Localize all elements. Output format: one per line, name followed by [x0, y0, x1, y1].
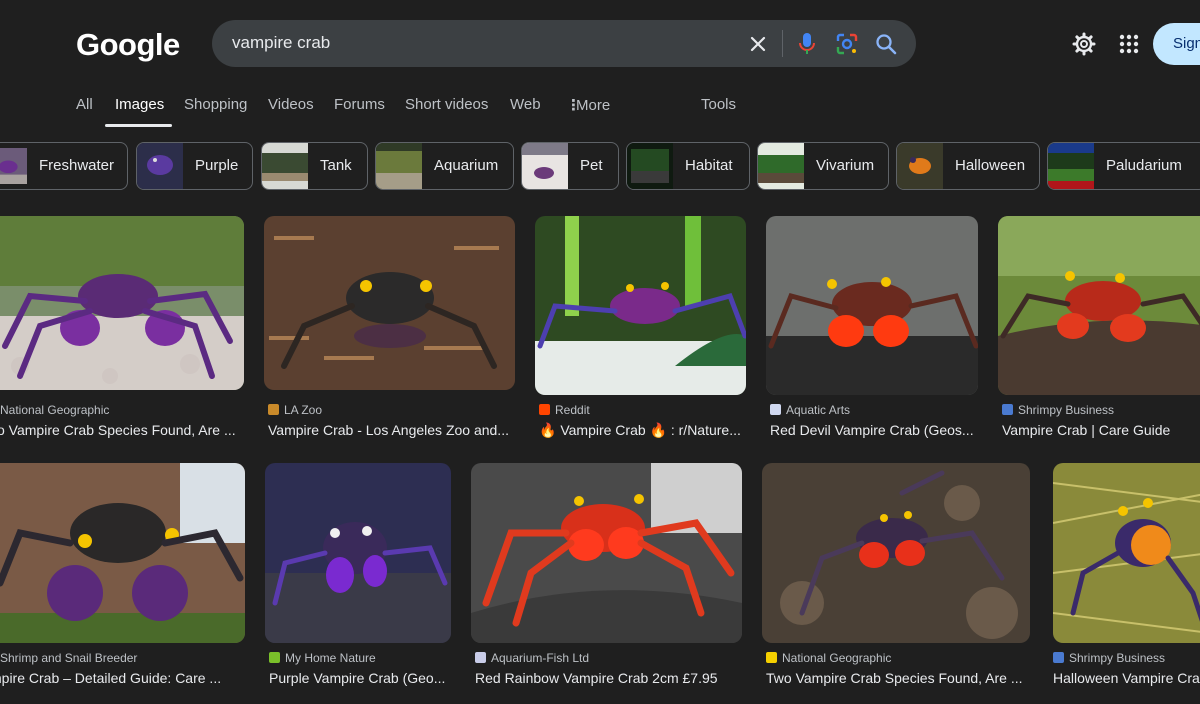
more-dots-icon: ⋮ — [566, 97, 581, 114]
chip-thumbnail — [758, 143, 804, 189]
chip-thumbnail — [897, 143, 943, 189]
result-image[interactable] — [471, 463, 742, 643]
chip-purple[interactable]: Purple — [136, 142, 253, 190]
chip-thumbnail — [1048, 143, 1094, 189]
result-title[interactable]: mpire Crab – Detailed Guide: Care ... — [0, 670, 245, 686]
result-source: National Geographic — [0, 403, 110, 417]
apps-icon[interactable] — [1116, 31, 1142, 57]
chip-freshwater[interactable]: Freshwater — [0, 142, 128, 190]
chip-label: Tank — [320, 157, 352, 174]
result-title[interactable]: Halloween Vampire Cra — [1053, 670, 1200, 686]
chip-thumbnail — [262, 143, 308, 189]
lens-icon[interactable] — [834, 31, 860, 57]
site-favicon-icon — [1002, 404, 1013, 415]
result-source: Reddit — [539, 403, 590, 417]
chip-thumbnail — [522, 143, 568, 189]
result-image[interactable] — [0, 463, 245, 643]
result-title[interactable]: Vampire Crab - Los Angeles Zoo and... — [268, 422, 514, 438]
chip-label: Halloween — [955, 157, 1026, 174]
site-favicon-icon — [770, 404, 781, 415]
tab-forums[interactable]: Forums — [334, 96, 385, 113]
tools-button[interactable]: Tools — [701, 96, 736, 113]
chip-label: Habitat — [685, 157, 733, 174]
result-source: Aquarium-Fish Ltd — [475, 651, 589, 665]
result-source: Shrimp and Snail Breeder — [0, 651, 138, 665]
search-box[interactable] — [212, 20, 916, 67]
result-source: National Geographic — [766, 651, 891, 665]
result-title[interactable]: vo Vampire Crab Species Found, Are ... — [0, 422, 244, 438]
chip-label: Purple — [195, 157, 239, 174]
site-favicon-icon — [475, 652, 486, 663]
tab-all[interactable]: All — [76, 96, 93, 113]
result-source: LA Zoo — [268, 403, 322, 417]
result-source: Shrimpy Business — [1053, 651, 1165, 665]
chip-label: Pet — [580, 157, 603, 174]
chip-paludarium[interactable]: Paludarium — [1047, 142, 1200, 190]
result-image[interactable] — [535, 216, 746, 395]
search-tabs: All Images Shopping Videos Forums Short … — [0, 90, 1200, 128]
search-icon[interactable] — [873, 31, 899, 57]
result-title[interactable]: Red Rainbow Vampire Crab 2cm £7.95 — [475, 670, 742, 686]
header: Google vampire crab Sign — [0, 0, 1200, 90]
settings-icon[interactable] — [1071, 31, 1097, 57]
mic-icon[interactable] — [794, 31, 820, 57]
tab-more-label: More — [576, 97, 611, 114]
chip-habitat[interactable]: Habitat — [626, 142, 750, 190]
sign-in-button[interactable]: Sign in — [1153, 23, 1200, 65]
site-favicon-icon — [268, 404, 279, 415]
chip-label: Freshwater — [39, 157, 115, 174]
chip-label: Aquarium — [434, 157, 499, 174]
chip-halloween[interactable]: Halloween — [896, 142, 1040, 190]
chip-thumbnail — [627, 143, 673, 189]
search-input[interactable] — [232, 33, 732, 53]
chip-label: Vivarium — [816, 157, 875, 174]
chip-pet[interactable]: Pet — [521, 142, 619, 190]
active-tab-indicator — [105, 124, 172, 127]
tab-shopping[interactable]: Shopping — [184, 96, 247, 113]
tab-videos[interactable]: Videos — [268, 96, 314, 113]
result-title[interactable]: 🔥 Vampire Crab 🔥 : r/Nature... — [539, 422, 746, 439]
result-image[interactable] — [766, 216, 978, 395]
refinement-chips: Freshwater Purple Tank Aquarium Pet Habi… — [0, 142, 1200, 192]
result-source: Aquatic Arts — [770, 403, 850, 417]
result-image[interactable] — [1053, 463, 1200, 643]
tab-images[interactable]: Images — [115, 96, 164, 113]
clear-icon[interactable] — [745, 31, 771, 57]
tab-more[interactable]: ⋮More — [566, 96, 610, 114]
result-source: Shrimpy Business — [1002, 403, 1114, 417]
result-image[interactable] — [762, 463, 1030, 643]
result-image[interactable] — [265, 463, 451, 643]
result-title[interactable]: Purple Vampire Crab (Geo... — [269, 670, 451, 686]
site-favicon-icon — [269, 652, 280, 663]
site-favicon-icon — [1053, 652, 1064, 663]
result-image[interactable] — [998, 216, 1200, 395]
result-title[interactable]: Two Vampire Crab Species Found, Are ... — [766, 670, 1030, 686]
chip-vivarium[interactable]: Vivarium — [757, 142, 889, 190]
google-logo[interactable]: Google — [76, 27, 180, 63]
result-image[interactable] — [264, 216, 515, 390]
result-source: My Home Nature — [269, 651, 376, 665]
chip-thumbnail — [376, 143, 422, 189]
chip-aquarium[interactable]: Aquarium — [375, 142, 514, 190]
result-image[interactable] — [0, 216, 244, 390]
result-title[interactable]: Vampire Crab | Care Guide — [1002, 422, 1200, 438]
tab-web[interactable]: Web — [510, 96, 541, 113]
site-favicon-icon — [766, 652, 777, 663]
chip-thumbnail — [0, 148, 27, 184]
tab-short-videos[interactable]: Short videos — [405, 96, 488, 113]
result-title[interactable]: Red Devil Vampire Crab (Geos... — [770, 422, 978, 438]
chip-label: Paludarium — [1106, 157, 1182, 174]
search-divider — [782, 30, 783, 57]
site-favicon-icon — [539, 404, 550, 415]
chip-thumbnail — [137, 143, 183, 189]
chip-tank[interactable]: Tank — [261, 142, 368, 190]
